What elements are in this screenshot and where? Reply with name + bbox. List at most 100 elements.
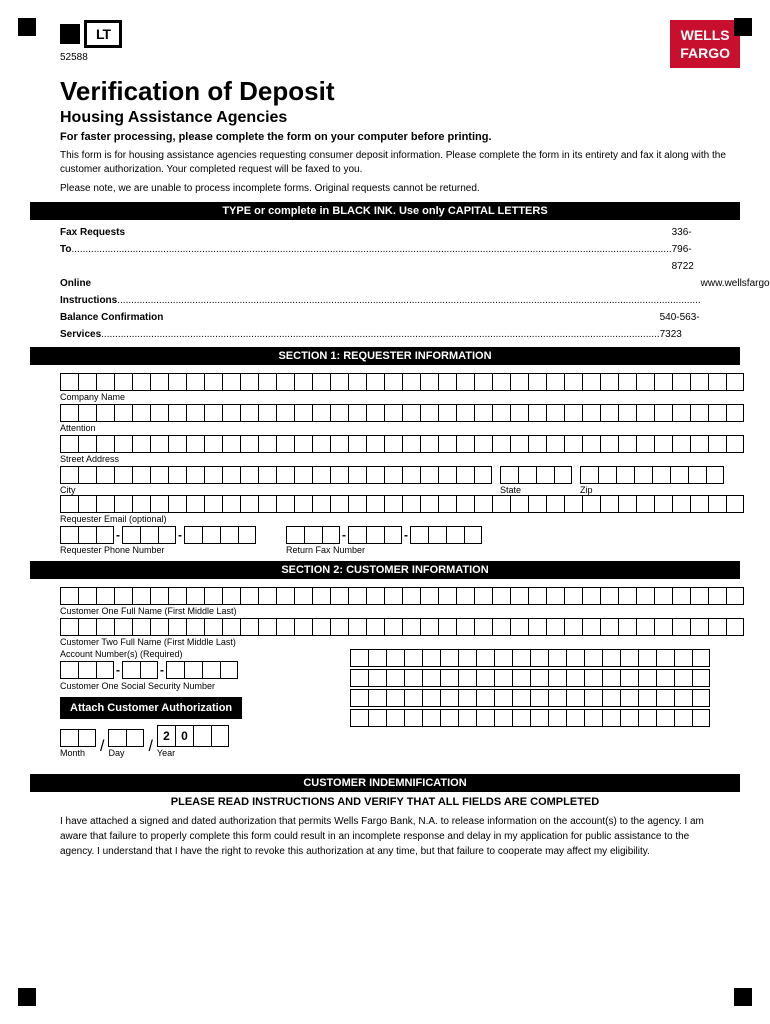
- company-name-label: Company Name: [60, 392, 710, 402]
- day-cells[interactable]: [108, 729, 144, 747]
- street-row: Street Address: [60, 435, 710, 464]
- fax-area[interactable]: [286, 526, 340, 544]
- fax-value: 336-796-8722: [672, 224, 710, 275]
- intro-note: Please note, we are unable to process in…: [30, 183, 740, 194]
- phone-mid[interactable]: [122, 526, 176, 544]
- subtitle: Housing Assistance Agencies: [30, 109, 740, 127]
- intro-normal: This form is for housing assistance agen…: [30, 149, 740, 177]
- ssn-section: Account Number(s) (Required) - - Custome…: [60, 649, 340, 762]
- wells-fargo-logo: WELLS FARGO: [670, 20, 740, 68]
- year-seg: 2 0 Year: [157, 725, 229, 758]
- zip-col: Zip: [580, 466, 724, 495]
- email-label: Requester Email (optional): [60, 514, 710, 524]
- customer1-label: Customer One Full Name (First Middle Las…: [60, 606, 710, 616]
- customer1-cells[interactable]: [60, 587, 710, 605]
- phone-area[interactable]: [60, 526, 114, 544]
- type-bar: TYPE or complete in BLACK INK. Use only …: [30, 202, 740, 220]
- fax-line: Fax Requests To.........................…: [60, 224, 710, 275]
- email-cells[interactable]: [60, 495, 710, 513]
- account-row4[interactable]: [350, 709, 710, 727]
- account-grid-col: [350, 649, 710, 727]
- date-row: Month / Day / 2 0 Year: [60, 725, 340, 758]
- month-cells[interactable]: [60, 729, 96, 747]
- phone-group: - - Requester Phone Number: [60, 526, 256, 555]
- city-label: City: [60, 485, 492, 495]
- fax-number-label: Return Fax Number: [286, 545, 482, 555]
- logo-number: 52588: [60, 52, 122, 63]
- year-prefix-cells: 2 0: [157, 725, 229, 747]
- customer2-label: Customer Two Full Name (First Middle Las…: [60, 637, 710, 647]
- account-grid: [350, 649, 710, 727]
- online-value: www.wellsfargo.com/biz/vod: [701, 275, 770, 309]
- state-label: State: [500, 485, 572, 495]
- indemnification-subtitle: PLEASE READ INSTRUCTIONS AND VERIFY THAT…: [30, 796, 740, 808]
- intro-bold: For faster processing, please complete t…: [30, 131, 740, 143]
- ssn-dash2: -: [160, 663, 164, 677]
- day-label: Day: [108, 748, 124, 758]
- city-state-zip-row: City State Zip: [60, 466, 710, 495]
- logo-letters: LT: [96, 26, 110, 42]
- fax-end[interactable]: [410, 526, 482, 544]
- balance-label: Balance Confirmation Services...........…: [60, 309, 660, 343]
- company-name-cells[interactable]: [60, 373, 710, 391]
- attention-row: Attention: [60, 404, 710, 433]
- phone-dash1: -: [116, 528, 120, 542]
- street-cells[interactable]: [60, 435, 710, 453]
- ssn-area[interactable]: [60, 661, 114, 679]
- main-title: Verification of Deposit: [30, 76, 740, 107]
- attach-authorization-button[interactable]: Attach Customer Authorization: [60, 697, 242, 719]
- indemnification-bar: CUSTOMER INDEMNIFICATION: [30, 774, 740, 792]
- account-row1[interactable]: [350, 649, 710, 667]
- street-label: Street Address: [60, 454, 710, 464]
- phone-inputs: - -: [60, 526, 256, 544]
- state-col: State: [500, 466, 572, 495]
- company-name-row: Company Name: [60, 373, 710, 402]
- year-cell-2[interactable]: [211, 725, 229, 747]
- fax-inputs: - -: [286, 526, 482, 544]
- month-label: Month: [60, 748, 85, 758]
- email-row: Requester Email (optional): [60, 495, 710, 524]
- balance-value: 540-563-7323: [660, 309, 710, 343]
- ssn-mid[interactable]: [122, 661, 158, 679]
- ssn-dash1: -: [116, 663, 120, 677]
- logo-black-square: [60, 24, 80, 44]
- day-seg: Day: [108, 729, 144, 758]
- phone-end[interactable]: [184, 526, 256, 544]
- online-line: Online Instructions.....................…: [60, 275, 710, 309]
- year-label: Year: [157, 748, 175, 758]
- phone-label: Requester Phone Number: [60, 545, 256, 555]
- year-cell-1[interactable]: [193, 725, 211, 747]
- section2-bar: SECTION 2: CUSTOMER INFORMATION: [30, 561, 740, 579]
- customer2-cells[interactable]: [60, 618, 710, 636]
- contact-info: Fax Requests To.........................…: [30, 224, 740, 343]
- month-seg: Month: [60, 729, 96, 758]
- account-row2[interactable]: [350, 669, 710, 687]
- corner-mark-bl: [18, 988, 36, 1006]
- section1-form: Company Name Attention Street Address Ci…: [30, 369, 740, 561]
- section2-form: Customer One Full Name (First Middle Las…: [30, 583, 740, 766]
- wells-fargo-line1: WELLS: [680, 26, 730, 44]
- corner-mark-br: [734, 988, 752, 1006]
- account-row3[interactable]: [350, 689, 710, 707]
- corner-mark-tl: [18, 18, 36, 36]
- city-cells[interactable]: [60, 466, 492, 484]
- state-cells[interactable]: [500, 466, 572, 484]
- header: LT 52588 WELLS FARGO: [30, 20, 740, 68]
- logo-box: LT: [60, 20, 122, 48]
- fax-label: Fax Requests To.........................…: [60, 224, 672, 275]
- attention-label: Attention: [60, 423, 710, 433]
- ssn-account-section: Account Number(s) (Required) - - Custome…: [60, 649, 710, 762]
- online-label: Online Instructions.....................…: [60, 275, 701, 309]
- attention-cells[interactable]: [60, 404, 710, 422]
- year-digit-2: 2: [157, 725, 175, 747]
- ssn-end[interactable]: [166, 661, 238, 679]
- balance-line: Balance Confirmation Services...........…: [60, 309, 710, 343]
- account-label: Account Number(s) (Required): [60, 649, 340, 659]
- zip-cells[interactable]: [580, 466, 724, 484]
- fax-group: - - Return Fax Number: [286, 526, 482, 555]
- fax-mid[interactable]: [348, 526, 402, 544]
- fax-dash1: -: [342, 528, 346, 542]
- year-digit-0: 0: [175, 725, 193, 747]
- wells-fargo-line2: FARGO: [680, 44, 730, 62]
- logo-area: LT 52588: [60, 20, 122, 63]
